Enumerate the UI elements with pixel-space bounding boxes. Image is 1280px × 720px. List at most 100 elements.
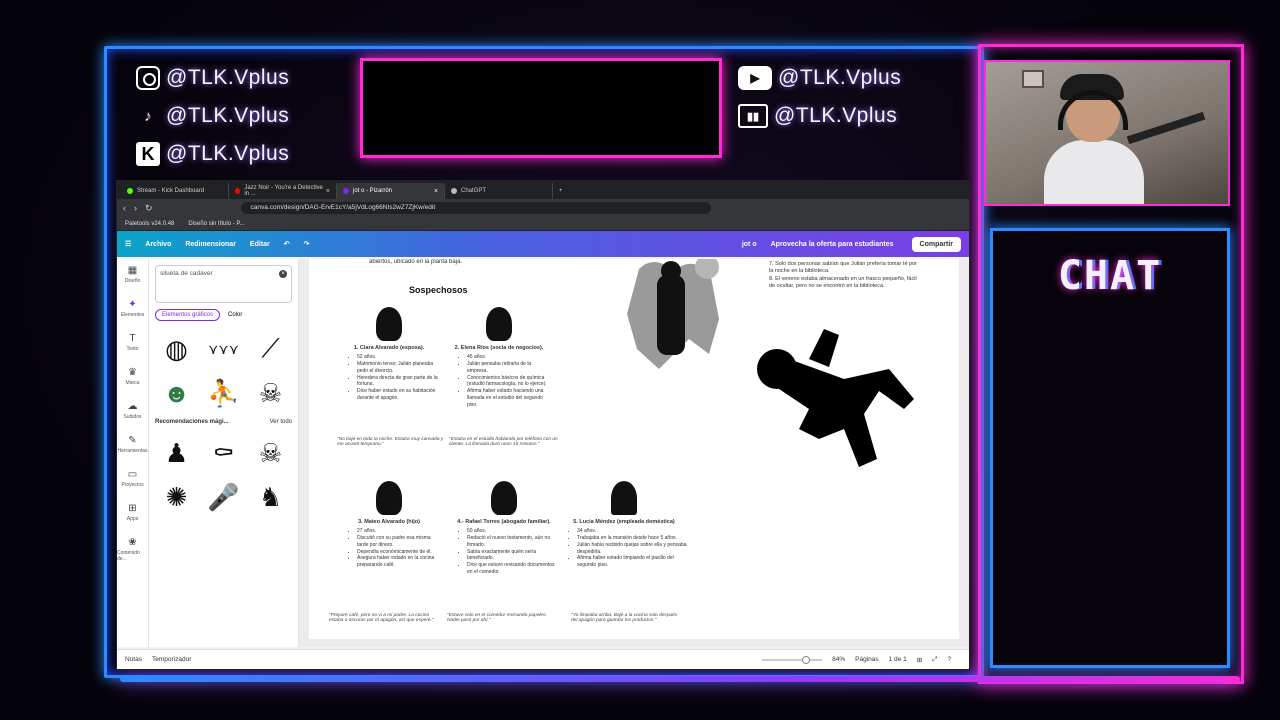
tab-kick[interactable]: Stream - Kick Dashboard xyxy=(121,183,229,199)
social-tiktok: ♪ @TLK.Vplus xyxy=(136,98,289,134)
bookmark-item[interactable]: Diseño sin título - P... xyxy=(188,221,244,227)
suspect-fact: Matrimonio tenso; Julián planeaba pedir … xyxy=(357,361,439,375)
rail-label: Diseño xyxy=(124,278,141,284)
zoom-handle[interactable] xyxy=(802,655,811,664)
fullscreen-icon[interactable]: ⤢ xyxy=(932,656,937,664)
result-reaper[interactable]: ♟ xyxy=(155,433,198,473)
elements-icon: ✦ xyxy=(128,299,137,310)
rail-apps[interactable]: ⊞ Apps xyxy=(117,503,148,537)
youtube-icon xyxy=(235,188,241,194)
tiktok-icon: ♪ xyxy=(144,107,152,125)
rail-tools[interactable]: ✎ Herramientas xyxy=(117,435,148,469)
body-outline-graphic[interactable] xyxy=(749,329,919,469)
results-grid: ◍ ⋎⋎⋎ ⟋ ☻ ⛹ ☠ xyxy=(155,329,292,413)
rail-projects[interactable]: ▭ Proyectos xyxy=(117,469,148,503)
suspect-fact: Dependía económicamente de él. xyxy=(357,549,439,556)
wall-frame xyxy=(1022,70,1044,88)
result-skull-outline[interactable]: ☠ xyxy=(249,433,292,473)
suspect-name: 3. Mateo Alvarado (hijo) xyxy=(358,519,420,525)
suspect-name: 1. Clara Alvarado (esposa). xyxy=(353,345,425,351)
filter-chip-graphics[interactable]: Elementos gráficos xyxy=(155,309,221,321)
bookmarks-bar: Paletools v24.0.48 Diseño sin título - P… xyxy=(117,217,969,231)
help-icon[interactable]: ? xyxy=(947,656,951,663)
suspect-fact: Trabajaba en la mansión desde hace 5 año… xyxy=(577,535,689,542)
tab-canva[interactable]: jot o - Pizarrón × xyxy=(337,183,445,199)
title-box xyxy=(360,58,722,158)
undo-icon[interactable]: ↶ xyxy=(284,240,290,248)
suspect-card: 4.- Rafael Torres (abogado familiar). 50… xyxy=(449,481,559,576)
design-page[interactable]: abiertos, ubicado en la planta baja. Sos… xyxy=(309,259,959,639)
notes-button[interactable]: Notas xyxy=(125,656,142,663)
result-helmet[interactable]: ◍ xyxy=(155,329,198,369)
suspect-fact: 27 años. xyxy=(357,528,439,535)
ghost-figure-graphic[interactable] xyxy=(619,259,729,389)
result-body-outline[interactable]: ⛹ xyxy=(202,373,245,413)
rail-text[interactable]: T Texto xyxy=(117,333,148,367)
back-icon[interactable]: ‹ xyxy=(123,203,126,213)
result-zombie[interactable]: ☻ xyxy=(155,373,198,413)
color-filter[interactable]: Color xyxy=(228,312,242,318)
close-icon[interactable]: × xyxy=(434,188,438,195)
rail-design[interactable]: ▦ Diseño xyxy=(117,265,148,299)
search-input[interactable]: silueta de cadaver × xyxy=(155,265,292,303)
social-handle: @TLK.Vplus xyxy=(774,104,898,127)
new-tab-button[interactable]: + xyxy=(553,183,573,199)
webcam-feed xyxy=(984,60,1230,206)
file-menu[interactable]: Archivo xyxy=(145,241,171,248)
silhouette-icon xyxy=(376,481,402,515)
rail-uploads[interactable]: ☁ Subidos xyxy=(117,401,148,435)
see-all-link[interactable]: Ver todo xyxy=(270,419,292,425)
suspect-fact: Dice que estuvo revisando documentos en … xyxy=(467,562,559,576)
result-spider[interactable]: ✺ xyxy=(155,477,198,517)
forward-icon[interactable]: › xyxy=(134,203,137,213)
tab-jazz[interactable]: Jazz Noir - You're a Detective in ... × xyxy=(229,183,337,199)
result-coffin[interactable]: ⚰ xyxy=(202,433,245,473)
bookmark-item[interactable]: Paletools v24.0.48 xyxy=(125,221,174,227)
edit-menu[interactable]: Editar xyxy=(250,241,270,248)
tab-chatgpt[interactable]: ChatGPT xyxy=(445,183,553,199)
kick-icon: K xyxy=(136,142,160,166)
stream-overlay: @TLK.Vplus ♪ @TLK.Vplus K @TLK.Vplus ▶ @… xyxy=(0,0,1280,720)
clear-search-icon[interactable]: × xyxy=(279,270,287,278)
design-icon: ▦ xyxy=(127,265,138,276)
menu-icon[interactable]: ☰ xyxy=(125,240,131,248)
rail-content[interactable]: ❀ Contenido de... xyxy=(117,537,148,571)
doc-title[interactable]: jot o xyxy=(742,241,757,248)
social-handle: @TLK.Vplus xyxy=(166,142,290,165)
rail-brand[interactable]: ♛ Marca xyxy=(117,367,148,401)
rail-elements[interactable]: ✦ Elementos xyxy=(117,299,148,333)
url-field[interactable]: canva.com/design/DAG-ErvE1cY/a5jVdLog66N… xyxy=(240,202,711,214)
upload-icon: ☁ xyxy=(127,401,138,412)
offer-link[interactable]: Aprovecha la oferta para estudiantes xyxy=(771,241,894,248)
page-top-text: abiertos, ubicado en la planta baja. xyxy=(369,259,463,265)
result-microphone[interactable]: 🎤 xyxy=(202,477,245,517)
social-handle: @TLK.Vplus xyxy=(778,66,902,89)
share-button[interactable]: Compartir xyxy=(911,236,961,252)
clue-item: 8. El veneno estaba almacenado en un fra… xyxy=(769,275,917,290)
result-birds[interactable]: ⋎⋎⋎ xyxy=(202,329,245,369)
rail-label: Marca xyxy=(125,380,140,386)
canva-editor: ▦ Diseño ✦ Elementos T Texto ♛ Marca ☁ Subido… xyxy=(117,259,969,647)
twitch-icon: ▮▮ xyxy=(738,104,768,128)
address-bar: ‹ › ↻ canva.com/design/DAG-ErvE1cY/a5jVd… xyxy=(117,199,969,217)
resize-button[interactable]: Redimensionar xyxy=(185,241,236,248)
pages-button[interactable]: Páginas xyxy=(855,656,879,663)
browser-window: Stream - Kick Dashboard Jazz Noir - You'… xyxy=(116,180,970,670)
redo-icon[interactable]: ↷ xyxy=(304,240,310,248)
timer-button[interactable]: Temporizador xyxy=(152,656,191,663)
social-handle: @TLK.Vplus xyxy=(166,66,290,89)
kick-icon xyxy=(127,188,133,194)
suspect-fact: Afirma haber estado limpiando el pasillo… xyxy=(577,555,689,569)
chat-box: CHAT xyxy=(990,228,1230,668)
result-skull[interactable]: ☠ xyxy=(249,373,292,413)
rail-label: Subidos xyxy=(123,414,142,420)
social-twitch: ▮▮ @TLK.Vplus xyxy=(738,98,901,134)
reload-icon[interactable]: ↻ xyxy=(145,203,153,214)
result-feather[interactable]: ⟋ xyxy=(249,329,292,369)
zoom-slider[interactable] xyxy=(762,655,823,664)
result-elephant[interactable]: ♞ xyxy=(249,477,292,517)
grid-view-icon[interactable]: ⊞ xyxy=(917,656,922,664)
suspect-card: 5. Lucía Méndez (empleada doméstica) 34 … xyxy=(559,481,689,569)
canva-icon xyxy=(343,188,349,194)
close-icon[interactable]: × xyxy=(326,188,330,195)
